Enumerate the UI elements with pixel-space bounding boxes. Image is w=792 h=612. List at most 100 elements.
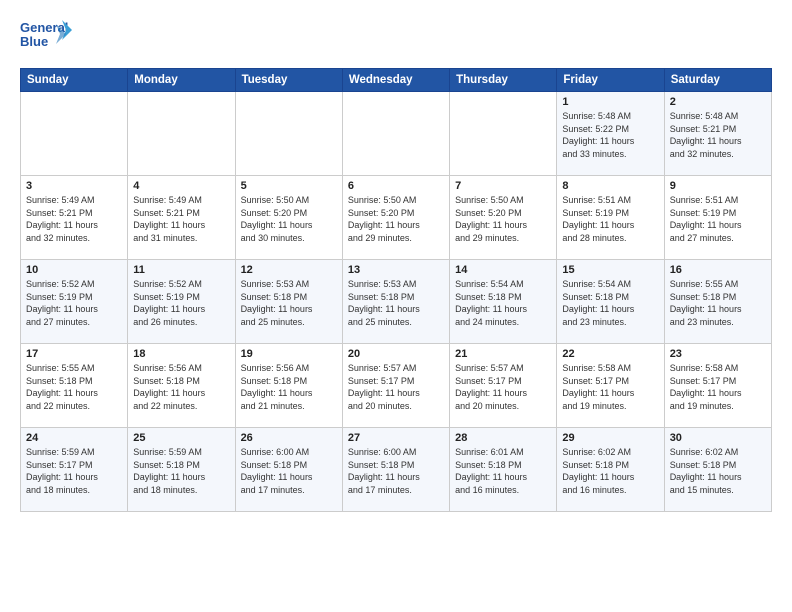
day-number: 4 bbox=[133, 180, 229, 192]
day-info: Sunrise: 5:59 AM Sunset: 5:17 PM Dayligh… bbox=[26, 446, 122, 496]
day-info: Sunrise: 5:59 AM Sunset: 5:18 PM Dayligh… bbox=[133, 446, 229, 496]
day-number: 1 bbox=[562, 96, 658, 108]
day-cell: 20 Sunrise: 5:57 AM Sunset: 5:17 PM Dayli… bbox=[342, 344, 449, 428]
week-row-4: 17Sunrise: 5:55 AM Sunset: 5:18 PM Dayli… bbox=[21, 344, 772, 428]
day-info: Sunrise: 5:56 AM Sunset: 5:18 PM Dayligh… bbox=[133, 362, 229, 412]
day-number: 8 bbox=[562, 180, 658, 192]
week-row-2: 3 Sunrise: 5:49 AM Sunset: 5:21 PM Daylig… bbox=[21, 176, 772, 260]
day-number: 12 bbox=[241, 264, 337, 276]
day-number: 18 bbox=[133, 348, 229, 360]
day-number: 14 bbox=[455, 264, 551, 276]
week-row-5: 24 Sunrise: 5:59 AM Sunset: 5:17 PM Dayli… bbox=[21, 428, 772, 512]
day-info: Sunrise: 5:52 AM Sunset: 5:19 PM Dayligh… bbox=[133, 278, 229, 328]
day-cell: 24 Sunrise: 5:59 AM Sunset: 5:17 PM Dayli… bbox=[21, 428, 128, 512]
weekday-header-sunday: Sunday bbox=[21, 69, 128, 92]
day-number: 5 bbox=[241, 180, 337, 192]
day-info: Sunrise: 5:49 AM Sunset: 5:21 PM Dayligh… bbox=[133, 194, 229, 244]
day-cell: 15 Sunrise: 5:54 AM Sunset: 5:18 PM Dayli… bbox=[557, 260, 664, 344]
logo-svg: General Blue bbox=[20, 16, 72, 58]
day-number: 21 bbox=[455, 348, 551, 360]
day-number: 22 bbox=[562, 348, 658, 360]
day-cell: 1 Sunrise: 5:48 AM Sunset: 5:22 PM Daylig… bbox=[557, 92, 664, 176]
day-cell: 6Sunrise: 5:50 AM Sunset: 5:20 PM Daylig… bbox=[342, 176, 449, 260]
day-info: Sunrise: 5:50 AM Sunset: 5:20 PM Dayligh… bbox=[241, 194, 337, 244]
logo: General Blue bbox=[20, 16, 72, 58]
day-cell: 7 Sunrise: 5:50 AM Sunset: 5:20 PM Daylig… bbox=[450, 176, 557, 260]
day-cell bbox=[450, 92, 557, 176]
weekday-header-saturday: Saturday bbox=[664, 69, 771, 92]
day-cell: 26 Sunrise: 6:00 AM Sunset: 5:18 PM Dayli… bbox=[235, 428, 342, 512]
day-number: 16 bbox=[670, 264, 766, 276]
day-cell: 22Sunrise: 5:58 AM Sunset: 5:17 PM Dayli… bbox=[557, 344, 664, 428]
day-cell: 16Sunrise: 5:55 AM Sunset: 5:18 PM Dayli… bbox=[664, 260, 771, 344]
day-info: Sunrise: 5:57 AM Sunset: 5:17 PM Dayligh… bbox=[348, 362, 444, 412]
day-info: Sunrise: 5:56 AM Sunset: 5:18 PM Dayligh… bbox=[241, 362, 337, 412]
calendar: SundayMondayTuesdayWednesdayThursdayFrid… bbox=[20, 68, 772, 512]
day-info: Sunrise: 5:48 AM Sunset: 5:21 PM Dayligh… bbox=[670, 110, 766, 160]
day-cell: 18 Sunrise: 5:56 AM Sunset: 5:18 PM Dayli… bbox=[128, 344, 235, 428]
day-number: 15 bbox=[562, 264, 658, 276]
weekday-header-row: SundayMondayTuesdayWednesdayThursdayFrid… bbox=[21, 69, 772, 92]
day-cell bbox=[128, 92, 235, 176]
day-number: 25 bbox=[133, 432, 229, 444]
day-cell: 19Sunrise: 5:56 AM Sunset: 5:18 PM Dayli… bbox=[235, 344, 342, 428]
day-info: Sunrise: 5:50 AM Sunset: 5:20 PM Dayligh… bbox=[455, 194, 551, 244]
day-cell: 28Sunrise: 6:01 AM Sunset: 5:18 PM Dayli… bbox=[450, 428, 557, 512]
day-info: Sunrise: 6:00 AM Sunset: 5:18 PM Dayligh… bbox=[348, 446, 444, 496]
day-number: 2 bbox=[670, 96, 766, 108]
day-number: 20 bbox=[348, 348, 444, 360]
day-cell bbox=[235, 92, 342, 176]
day-cell: 27 Sunrise: 6:00 AM Sunset: 5:18 PM Dayli… bbox=[342, 428, 449, 512]
day-number: 27 bbox=[348, 432, 444, 444]
day-number: 9 bbox=[670, 180, 766, 192]
weekday-header-thursday: Thursday bbox=[450, 69, 557, 92]
day-info: Sunrise: 5:51 AM Sunset: 5:19 PM Dayligh… bbox=[670, 194, 766, 244]
day-info: Sunrise: 6:01 AM Sunset: 5:18 PM Dayligh… bbox=[455, 446, 551, 496]
day-info: Sunrise: 5:48 AM Sunset: 5:22 PM Dayligh… bbox=[562, 110, 658, 160]
day-cell: 3 Sunrise: 5:49 AM Sunset: 5:21 PM Daylig… bbox=[21, 176, 128, 260]
day-info: Sunrise: 5:58 AM Sunset: 5:17 PM Dayligh… bbox=[670, 362, 766, 412]
header: General Blue bbox=[20, 16, 772, 58]
weekday-header-monday: Monday bbox=[128, 69, 235, 92]
day-number: 24 bbox=[26, 432, 122, 444]
day-cell: 14 Sunrise: 5:54 AM Sunset: 5:18 PM Dayli… bbox=[450, 260, 557, 344]
day-cell: 25 Sunrise: 5:59 AM Sunset: 5:18 PM Dayli… bbox=[128, 428, 235, 512]
day-info: Sunrise: 6:02 AM Sunset: 5:18 PM Dayligh… bbox=[670, 446, 766, 496]
day-info: Sunrise: 5:53 AM Sunset: 5:18 PM Dayligh… bbox=[241, 278, 337, 328]
day-cell: 9 Sunrise: 5:51 AM Sunset: 5:19 PM Daylig… bbox=[664, 176, 771, 260]
day-cell bbox=[342, 92, 449, 176]
week-row-1: 1 Sunrise: 5:48 AM Sunset: 5:22 PM Daylig… bbox=[21, 92, 772, 176]
day-number: 30 bbox=[670, 432, 766, 444]
weekday-header-friday: Friday bbox=[557, 69, 664, 92]
day-cell: 23 Sunrise: 5:58 AM Sunset: 5:17 PM Dayli… bbox=[664, 344, 771, 428]
day-info: Sunrise: 6:00 AM Sunset: 5:18 PM Dayligh… bbox=[241, 446, 337, 496]
day-cell: 12 Sunrise: 5:53 AM Sunset: 5:18 PM Dayli… bbox=[235, 260, 342, 344]
day-cell: 11 Sunrise: 5:52 AM Sunset: 5:19 PM Dayli… bbox=[128, 260, 235, 344]
svg-text:Blue: Blue bbox=[20, 34, 48, 49]
day-number: 10 bbox=[26, 264, 122, 276]
day-cell: 2 Sunrise: 5:48 AM Sunset: 5:21 PM Daylig… bbox=[664, 92, 771, 176]
day-number: 26 bbox=[241, 432, 337, 444]
day-number: 11 bbox=[133, 264, 229, 276]
day-number: 7 bbox=[455, 180, 551, 192]
day-number: 29 bbox=[562, 432, 658, 444]
day-info: Sunrise: 5:55 AM Sunset: 5:18 PM Dayligh… bbox=[26, 362, 122, 412]
day-info: Sunrise: 5:51 AM Sunset: 5:19 PM Dayligh… bbox=[562, 194, 658, 244]
day-info: Sunrise: 5:52 AM Sunset: 5:19 PM Dayligh… bbox=[26, 278, 122, 328]
day-cell: 17Sunrise: 5:55 AM Sunset: 5:18 PM Dayli… bbox=[21, 344, 128, 428]
week-row-3: 10 Sunrise: 5:52 AM Sunset: 5:19 PM Dayli… bbox=[21, 260, 772, 344]
day-cell: 30 Sunrise: 6:02 AM Sunset: 5:18 PM Dayli… bbox=[664, 428, 771, 512]
day-cell: 29 Sunrise: 6:02 AM Sunset: 5:18 PM Dayli… bbox=[557, 428, 664, 512]
day-info: Sunrise: 6:02 AM Sunset: 5:18 PM Dayligh… bbox=[562, 446, 658, 496]
day-info: Sunrise: 5:49 AM Sunset: 5:21 PM Dayligh… bbox=[26, 194, 122, 244]
day-number: 3 bbox=[26, 180, 122, 192]
day-cell: 21 Sunrise: 5:57 AM Sunset: 5:17 PM Dayli… bbox=[450, 344, 557, 428]
day-info: Sunrise: 5:57 AM Sunset: 5:17 PM Dayligh… bbox=[455, 362, 551, 412]
day-cell: 4 Sunrise: 5:49 AM Sunset: 5:21 PM Daylig… bbox=[128, 176, 235, 260]
day-cell bbox=[21, 92, 128, 176]
day-info: Sunrise: 5:53 AM Sunset: 5:18 PM Dayligh… bbox=[348, 278, 444, 328]
day-number: 23 bbox=[670, 348, 766, 360]
day-info: Sunrise: 5:54 AM Sunset: 5:18 PM Dayligh… bbox=[562, 278, 658, 328]
day-number: 6 bbox=[348, 180, 444, 192]
day-info: Sunrise: 5:54 AM Sunset: 5:18 PM Dayligh… bbox=[455, 278, 551, 328]
